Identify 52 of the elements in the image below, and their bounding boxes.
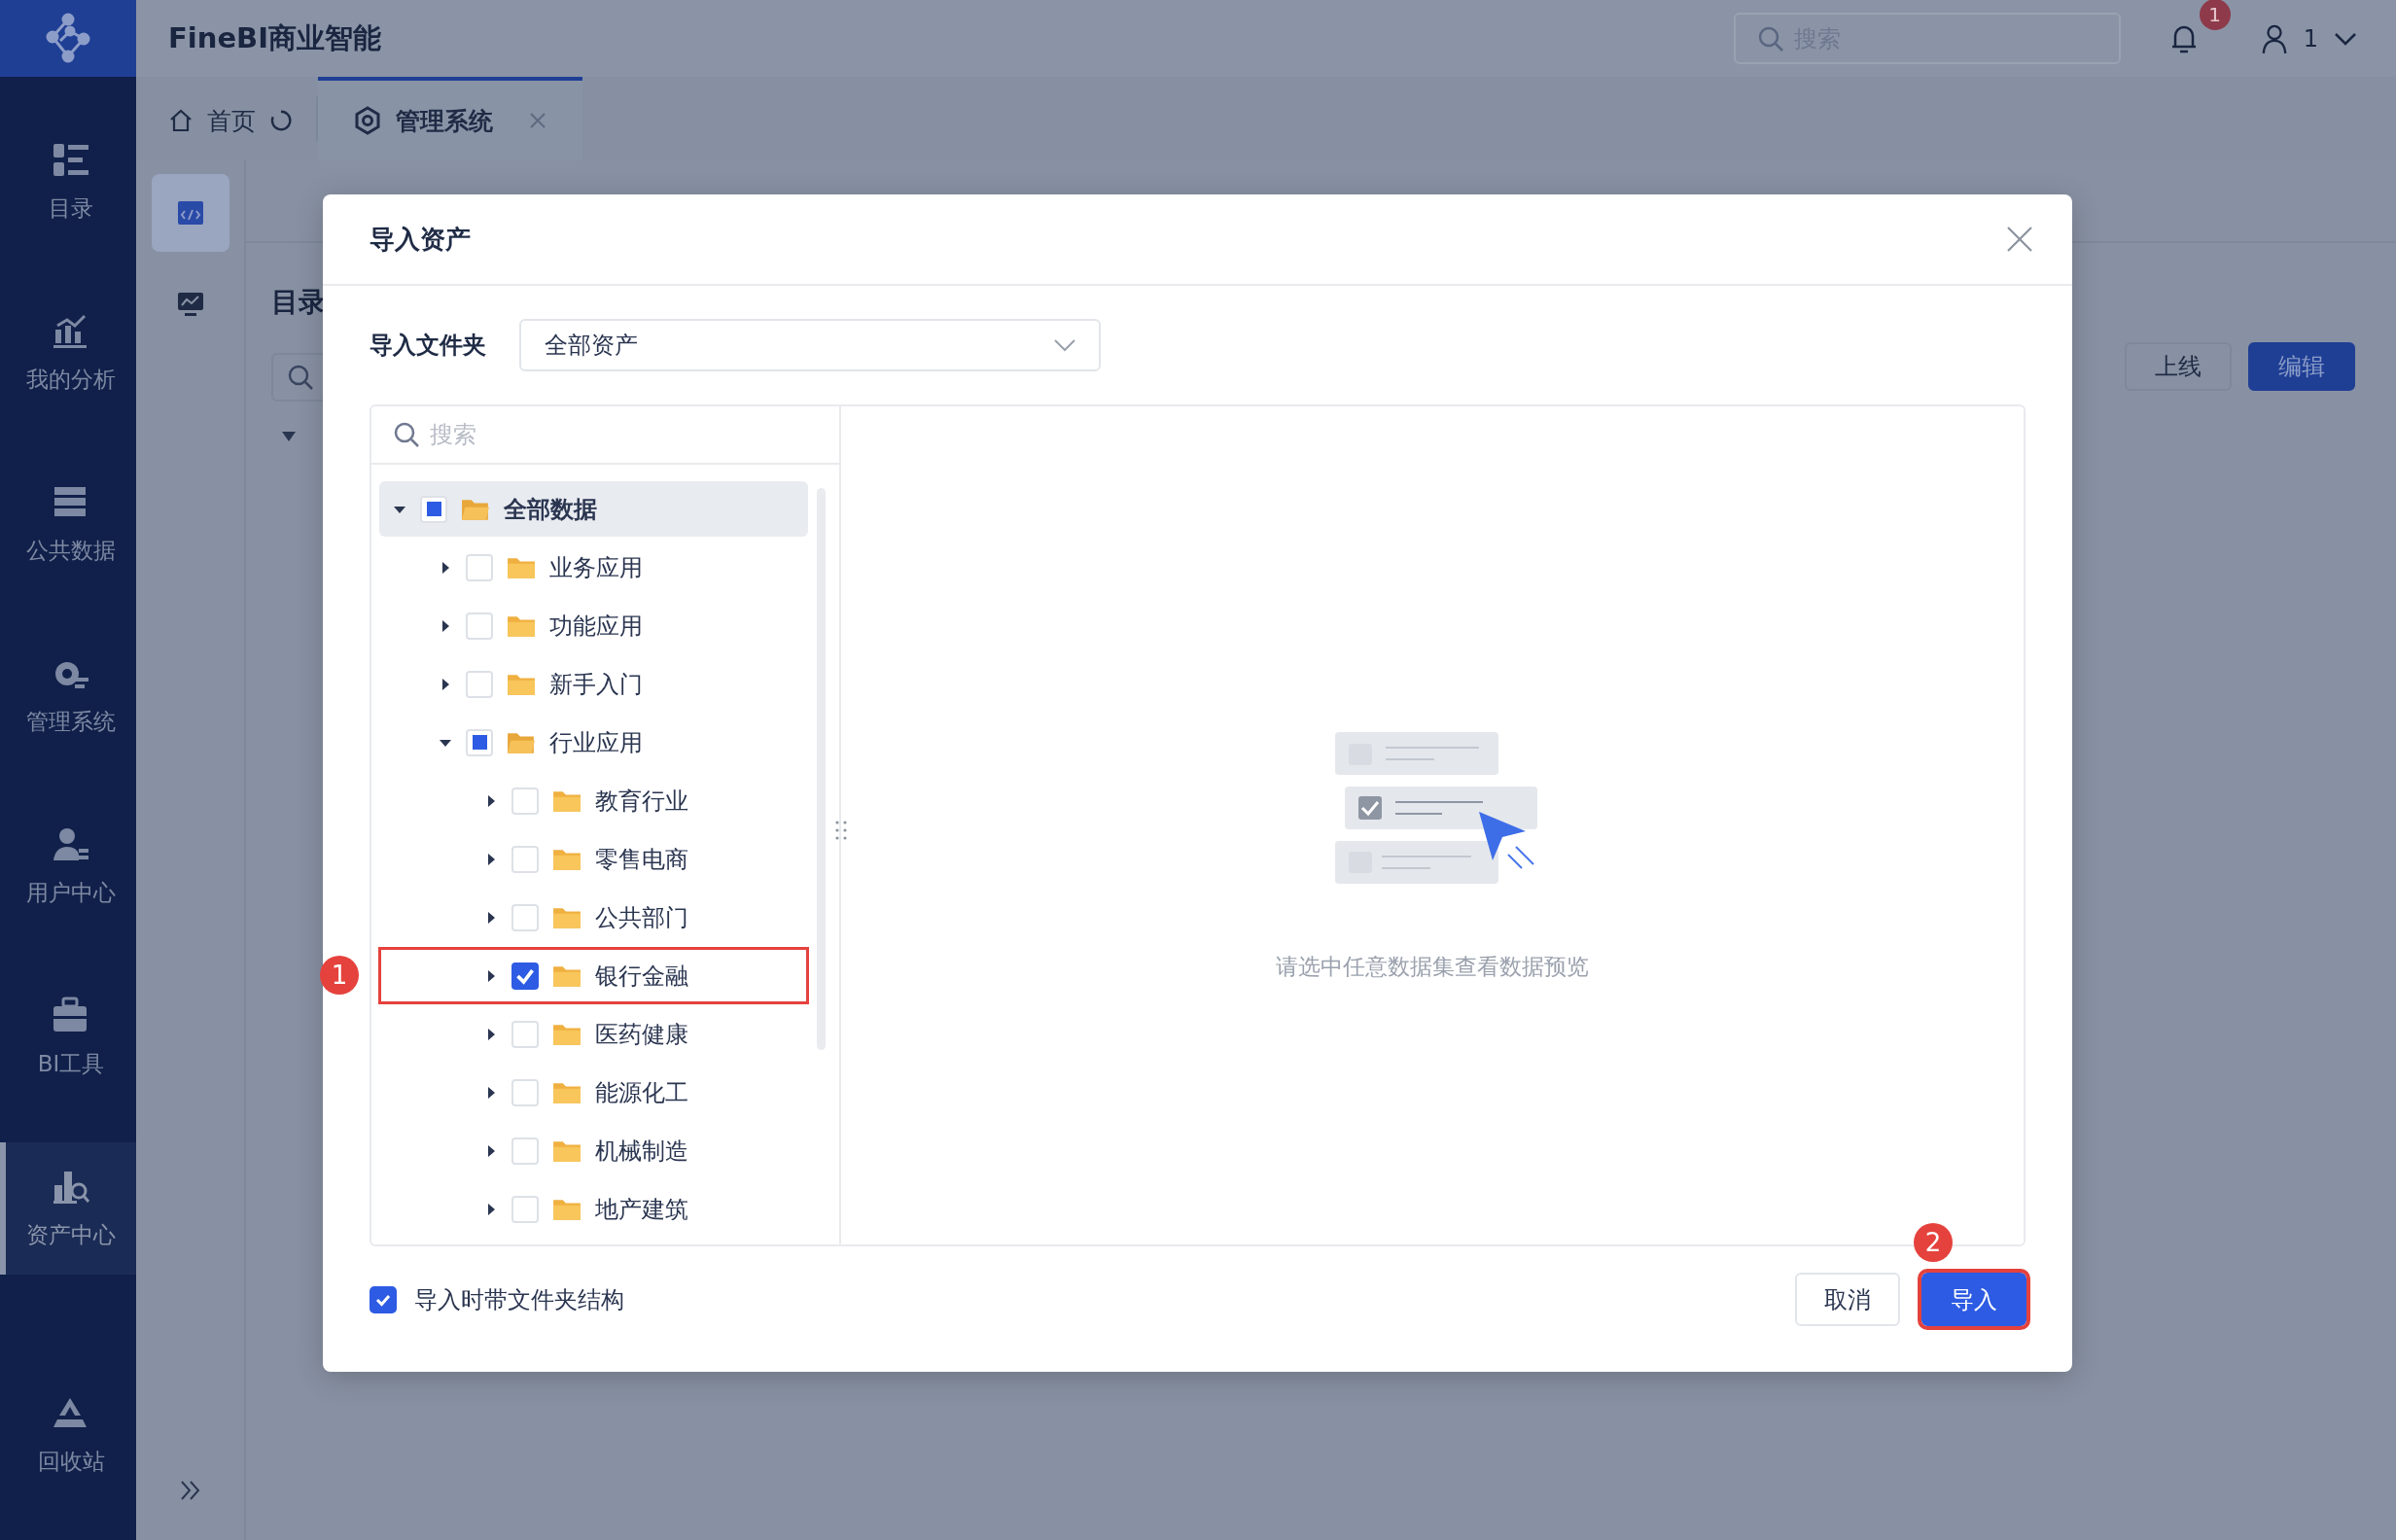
sidebar-item[interactable]: 资产中心 — [0, 1142, 136, 1275]
close-icon[interactable] — [2006, 226, 2033, 253]
sidebar-item[interactable]: 回收站 — [0, 1369, 136, 1501]
user-icon[interactable] — [2260, 22, 2288, 54]
tree-item[interactable]: 业务应用 — [379, 540, 808, 595]
tree-item[interactable]: 新手入门 — [379, 656, 808, 712]
tree-item[interactable]: 公共部门 — [379, 890, 808, 945]
tree-item[interactable]: 地产建筑 — [379, 1181, 808, 1237]
chevron-down-icon[interactable] — [2334, 31, 2357, 46]
sidebar-item[interactable]: 目录 — [0, 116, 136, 248]
checkbox[interactable] — [370, 1285, 397, 1313]
folder-dropdown[interactable]: 全部资产 — [519, 319, 1101, 371]
tree-item[interactable]: 医药健康 — [379, 1006, 808, 1062]
tab[interactable]: 首页 — [168, 77, 316, 160]
sidebar-item[interactable]: 我的分析 — [0, 287, 136, 419]
tree-item[interactable]: 教育行业 — [379, 773, 808, 828]
action-button[interactable]: 编辑 — [2248, 342, 2355, 391]
tree-item[interactable]: 零售电商 — [379, 831, 808, 887]
hexagon-icon — [353, 106, 382, 135]
tree-item[interactable]: 功能应用 — [379, 598, 808, 653]
drag-handle-icon[interactable] — [834, 820, 848, 841]
search-icon — [393, 421, 420, 448]
checkmark-icon — [516, 966, 534, 985]
tree-item[interactable]: 行业应用 — [379, 715, 808, 770]
user-name[interactable]: 1 — [2303, 24, 2318, 52]
panel-tab[interactable] — [151, 174, 229, 252]
section-heading: 目录 — [270, 285, 327, 320]
empty-hint: 请选中任意数据集查看数据预览 — [1276, 952, 1589, 981]
action-button[interactable]: 上线 — [2125, 342, 2232, 391]
sidebar-item[interactable]: BI工具 — [0, 971, 136, 1103]
callout-badge: 2 — [1914, 1223, 1953, 1262]
refresh-icon[interactable] — [269, 109, 293, 132]
app-title: FineBI商业智能 — [168, 19, 381, 56]
tree-item[interactable]: 全部数据 — [379, 481, 808, 537]
checkbox[interactable] — [511, 962, 539, 990]
dialog-title: 导入资产 — [370, 223, 471, 256]
search-icon — [287, 364, 314, 391]
callout-badge: 1 — [320, 956, 359, 995]
sidebar-item[interactable]: 用户中心 — [0, 800, 136, 932]
tree-item[interactable]: 机械制造 — [379, 1123, 808, 1178]
notification-badge: 1 — [2199, 0, 2231, 30]
search-icon — [1756, 24, 1784, 52]
checkbox-label: 导入时带文件夹结构 — [414, 1284, 624, 1315]
tab[interactable]: 管理系统 — [318, 77, 582, 160]
sidebar-item[interactable]: 公共数据 — [0, 458, 136, 590]
cancel-button[interactable]: 取消 — [1795, 1273, 1900, 1326]
tree-item[interactable]: 银行金融 — [379, 948, 808, 1003]
sidebar-item[interactable]: 管理系统 — [0, 629, 136, 761]
tree-item[interactable]: 能源化工 — [379, 1065, 808, 1120]
home-icon — [168, 108, 194, 133]
field-label: 导入文件夹 — [370, 331, 486, 361]
chevron-down-icon — [1054, 338, 1075, 352]
